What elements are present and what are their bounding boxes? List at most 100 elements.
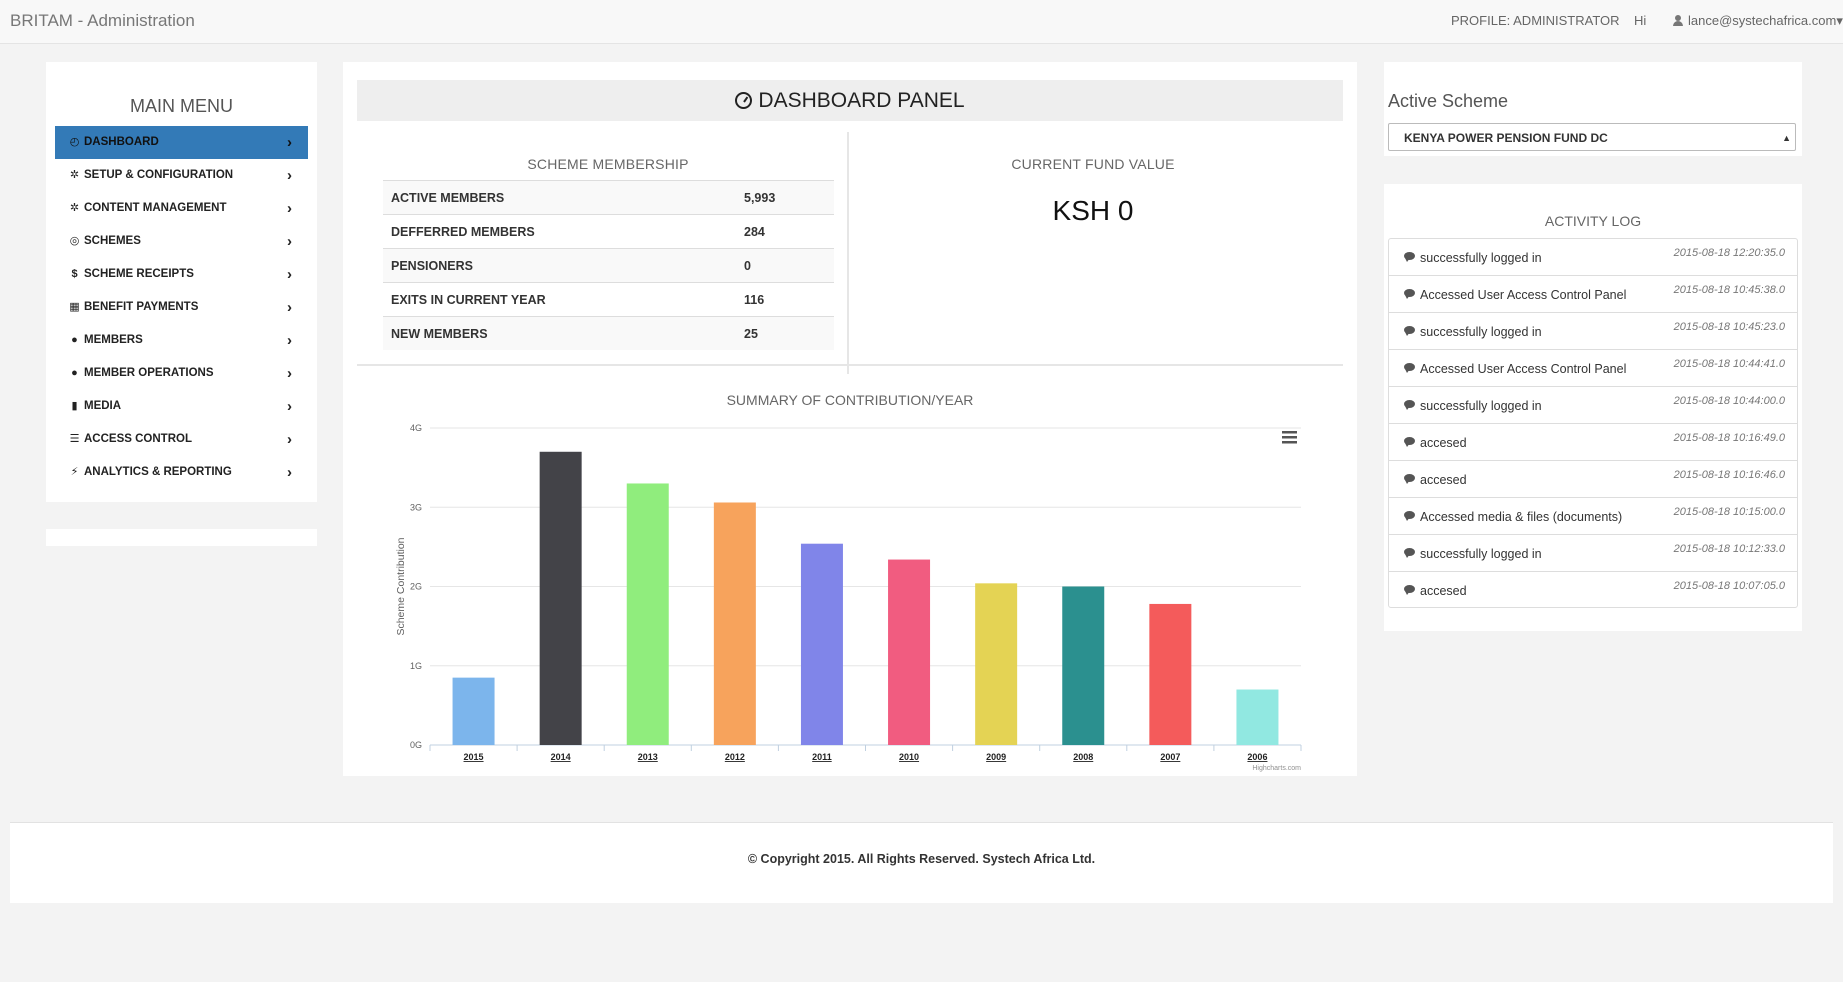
x-tick-label: 2013 [638, 752, 658, 762]
menu-item-label: MEMBERS [84, 334, 143, 346]
user-icon [1673, 15, 1683, 26]
activity-timestamp: 2015-08-18 10:45:23.0 [1673, 321, 1785, 333]
menu-item-setup-configuration[interactable]: ✲ SETUP & CONFIGURATION › [55, 159, 308, 192]
menu-item-label: CONTENT MANAGEMENT [84, 202, 227, 214]
bar-2007 [1149, 603, 1192, 745]
user-menu-dropdown[interactable]: lance@systechafrica.com▾ [1673, 13, 1843, 29]
circle-icon: ◎ [69, 235, 80, 247]
bar-2012 [713, 502, 756, 745]
chevron-down-icon: ▾ [1836, 13, 1843, 28]
bar-2009 [975, 583, 1018, 745]
chevron-right-icon: › [287, 233, 292, 250]
activity-log-item: successfully logged in 2015-08-18 12:20:3… [1389, 239, 1797, 276]
top-navbar: BRITAM - Administration PROFILE: ADMINIS… [0, 0, 1843, 44]
comment-icon [1404, 252, 1415, 262]
menu-item-media[interactable]: ▮ MEDIA › [55, 390, 308, 423]
comment-icon [1404, 400, 1415, 410]
chevron-right-icon: › [287, 431, 292, 448]
menu-item-members[interactable]: ● MEMBERS › [55, 324, 308, 357]
x-tick-label: 2012 [725, 752, 745, 762]
main-menu-list: ◴ DASHBOARD › ✲ SETUP & CONFIGURATION › ✲ CONTE… [55, 126, 308, 489]
activity-message: accesed [1420, 473, 1467, 487]
comment-icon [1404, 289, 1415, 299]
y-tick-label: 2G [410, 582, 422, 592]
activity-timestamp: 2015-08-18 10:16:49.0 [1673, 432, 1785, 444]
y-tick-label: 3G [410, 502, 422, 512]
chevron-right-icon: › [287, 266, 292, 283]
x-tick-label: 2014 [551, 752, 571, 762]
menu-item-label: SCHEME RECEIPTS [84, 268, 194, 280]
activity-log-list: successfully logged in 2015-08-18 12:20:3… [1388, 238, 1798, 608]
activity-timestamp: 2015-08-18 10:44:00.0 [1673, 395, 1785, 407]
dollar-icon: $ [71, 268, 78, 280]
activity-timestamp: 2015-08-18 10:15:00.0 [1673, 506, 1785, 518]
gear-icon: ✲ [69, 202, 80, 214]
user-email: lance@systechafrica.com [1688, 13, 1837, 28]
main-menu-title: MAIN MENU [130, 96, 233, 116]
menu-item-schemes[interactable]: ◎ SCHEMES › [55, 225, 308, 258]
menu-item-label: MEMBER OPERATIONS [84, 367, 214, 379]
chevron-right-icon: › [287, 299, 292, 316]
select-caret-icon: ▲ [1782, 133, 1791, 143]
scheme-select[interactable]: KENYA POWER PENSION FUND DC ▲ [1388, 123, 1796, 151]
activity-log-item: accesed 2015-08-18 10:16:46.0 [1389, 461, 1797, 498]
gift-icon: ▦ [69, 301, 80, 313]
activity-log-item: successfully logged in 2015-08-18 10:44:0… [1389, 387, 1797, 424]
comment-icon [1404, 548, 1415, 558]
comment-icon [1404, 511, 1415, 521]
menu-item-label: DASHBOARD [84, 136, 159, 148]
brand-title[interactable]: BRITAM - Administration [10, 11, 195, 31]
activity-log-item: successfully logged in 2015-08-18 10:12:3… [1389, 535, 1797, 572]
menu-item-access-control[interactable]: ☰ ACCESS CONTROL › [55, 423, 308, 456]
hamburger-icon[interactable] [1282, 431, 1297, 444]
comment-icon [1404, 474, 1415, 484]
contribution-chart: 0G 1G 2G 3G 4G Scheme Contribution 2015 2014 201… [395, 423, 1302, 772]
y-axis-label: Scheme Contribution [395, 537, 407, 635]
menu-item-label: SCHEMES [84, 235, 141, 247]
active-scheme-label: Active Scheme [1388, 91, 1509, 111]
bar-2006 [1236, 689, 1279, 745]
comment-icon [1404, 585, 1415, 595]
activity-log-item: Accessed User Access Control Panel 2015-0… [1389, 276, 1797, 313]
server-icon: ☰ [69, 433, 80, 445]
menu-item-label: MEDIA [84, 400, 122, 412]
activity-message: successfully logged in [1420, 325, 1542, 339]
gear-icon: ✲ [69, 169, 80, 181]
chevron-right-icon: › [287, 200, 292, 217]
chevron-right-icon: › [287, 365, 292, 382]
menu-item-analytics-reporting[interactable]: ⚡ ANALYTICS & REPORTING › [55, 456, 308, 489]
activity-message: successfully logged in [1420, 251, 1542, 265]
x-tick-label: 2010 [899, 752, 919, 762]
chevron-right-icon: › [287, 134, 292, 151]
activity-log-panel: ACTIVITY LOG successfully logged in 2015-… [1384, 184, 1802, 631]
flash-icon: ⚡ [70, 466, 79, 478]
activity-log-item: accesed 2015-08-18 10:16:49.0 [1389, 424, 1797, 461]
activity-timestamp: 2015-08-18 10:12:33.0 [1673, 543, 1785, 555]
bar-2011 [800, 543, 843, 745]
profile-label: PROFILE: ADMINISTRATOR [1451, 13, 1620, 28]
y-tick-label: 4G [410, 423, 422, 433]
menu-item-scheme-receipts[interactable]: $ SCHEME RECEIPTS › [55, 258, 308, 291]
comment-icon [1404, 437, 1415, 447]
menu-item-label: ACCESS CONTROL [84, 433, 192, 445]
x-tick-label: 2007 [1160, 752, 1180, 762]
menu-item-dashboard[interactable]: ◴ DASHBOARD › [55, 126, 308, 159]
y-tick-label: 0G [410, 740, 422, 750]
activity-message: Accessed User Access Control Panel [1420, 288, 1627, 302]
menu-item-member-operations[interactable]: ● MEMBER OPERATIONS › [55, 357, 308, 390]
activity-timestamp: 2015-08-18 10:44:41.0 [1673, 358, 1785, 370]
user-icon: ● [71, 367, 78, 379]
activity-message: successfully logged in [1420, 399, 1542, 413]
chevron-right-icon: › [287, 332, 292, 349]
activity-log-title: ACTIVITY LOG [1544, 213, 1642, 229]
menu-item-benefit-payments[interactable]: ▦ BENEFIT PAYMENTS › [55, 291, 308, 324]
dashboard-panel: DASHBOARD PANEL SCHEME MEMBERSHIP ACTIVE… [343, 62, 1357, 776]
menu-item-content-management[interactable]: ✲ CONTENT MANAGEMENT › [55, 192, 308, 225]
activity-log-item: accesed 2015-08-18 10:07:05.0 [1389, 572, 1797, 607]
comment-icon [1404, 363, 1415, 373]
activity-message: Accessed User Access Control Panel [1420, 362, 1627, 376]
menu-item-label: ANALYTICS & REPORTING [84, 466, 232, 478]
x-tick-label: 2011 [812, 752, 832, 762]
x-tick-label: 2015 [464, 752, 484, 762]
bar-2013 [626, 483, 669, 745]
